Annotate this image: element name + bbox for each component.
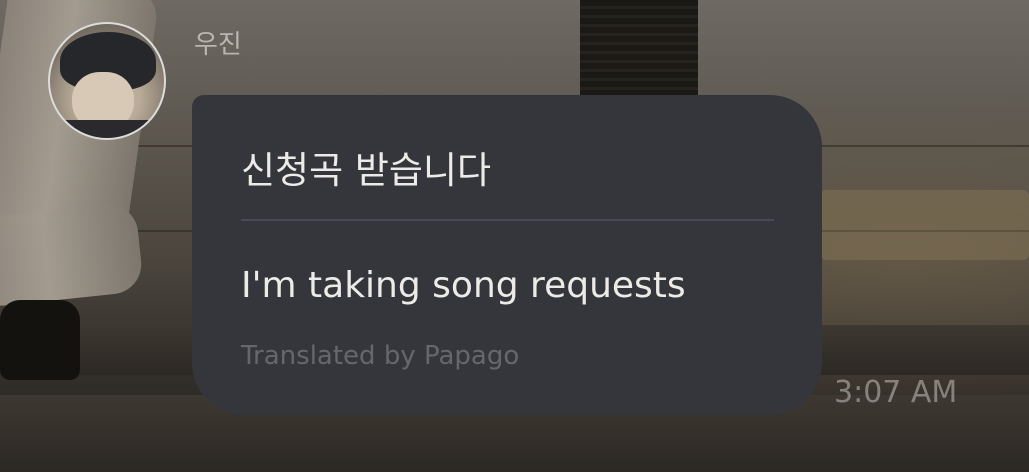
message-bubble[interactable]: 신청곡 받습니다 I'm taking song requests Transl… bbox=[192, 95, 822, 415]
message-timestamp: 3:07 AM bbox=[834, 375, 958, 410]
translation-credit: Translated by Papago bbox=[241, 341, 520, 371]
avatar[interactable] bbox=[48, 22, 166, 140]
translated-message-text: I'm taking song requests bbox=[241, 265, 686, 306]
sender-name: 우진 bbox=[194, 30, 242, 60]
translation-divider bbox=[241, 219, 774, 221]
background-pole bbox=[580, 0, 698, 100]
background-shoe bbox=[0, 300, 80, 380]
original-message-text: 신청곡 받습니다 bbox=[241, 149, 492, 192]
background-leg bbox=[0, 201, 145, 309]
background-panel bbox=[820, 190, 1029, 260]
avatar-body bbox=[50, 120, 164, 138]
